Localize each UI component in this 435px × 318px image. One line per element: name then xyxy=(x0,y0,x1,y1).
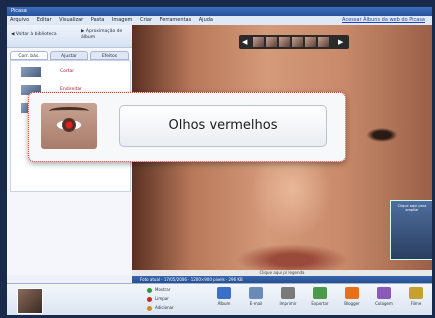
red-pupil-shape xyxy=(62,118,76,132)
red-eye-button[interactable]: Olhos vermelhos xyxy=(119,105,327,147)
blogger-icon xyxy=(345,287,359,299)
album-zoom-button[interactable]: ▶ Aproximação de álbum xyxy=(81,29,127,41)
filmstrip-thumb[interactable] xyxy=(305,37,316,47)
clear-icon xyxy=(147,296,152,302)
menu-imagem[interactable]: Imagem xyxy=(112,17,133,23)
filmstrip-thumb[interactable] xyxy=(292,37,303,47)
filmstrip-thumb[interactable] xyxy=(266,37,277,47)
menu-ajuda[interactable]: Ajuda xyxy=(199,17,213,23)
menu-editar[interactable]: Editar xyxy=(37,17,52,23)
collage-label: Colagem xyxy=(375,301,393,306)
title-bar: Picasa xyxy=(7,7,432,16)
tray-add-button[interactable]: Adicionar xyxy=(147,305,174,311)
blogger-label: Blogger xyxy=(344,301,360,306)
export-button[interactable]: Exportar xyxy=(307,287,333,306)
movie-icon xyxy=(409,287,423,299)
email-button[interactable]: E-mail xyxy=(243,287,269,306)
back-to-library-button[interactable]: ◀ Voltar à biblioteca xyxy=(11,32,57,37)
fix-crop-label: Cortar xyxy=(60,69,75,74)
picture-in-picture[interactable]: Clique aqui para ampliar xyxy=(390,200,432,260)
photo-status-bar: Foto atual · 17/05/2006 · 1200×900 pixel… xyxy=(132,276,432,283)
collage-button[interactable]: Colagem xyxy=(371,287,397,306)
forward-label: Aproximação de álbum xyxy=(81,29,123,40)
next-photo-icon[interactable]: ▶ xyxy=(338,37,343,47)
back-label: Voltar à biblioteca xyxy=(15,32,57,37)
add-icon xyxy=(147,305,152,311)
menu-ferramentas[interactable]: Ferramentas xyxy=(160,17,192,23)
album-icon xyxy=(217,287,231,299)
menu-pasta[interactable]: Pasta xyxy=(91,17,104,23)
movie-button[interactable]: Filme xyxy=(403,287,429,306)
tray-clear-button[interactable]: Limpar xyxy=(147,296,169,302)
crop-icon xyxy=(21,67,41,77)
edit-nav: ◀ Voltar à biblioteca ▶ Aproximação de á… xyxy=(7,25,132,48)
print-button[interactable]: Imprimir xyxy=(275,287,301,306)
tray-add-label: Adicionar xyxy=(155,305,174,310)
movie-label: Filme xyxy=(410,301,422,306)
filmstrip-thumb[interactable] xyxy=(318,37,329,47)
export-label: Exportar xyxy=(311,301,329,306)
print-icon xyxy=(281,287,295,299)
email-icon xyxy=(249,287,263,299)
filmstrip-thumb[interactable] xyxy=(253,37,264,47)
collage-icon xyxy=(377,287,391,299)
tray-thumbnail[interactable] xyxy=(17,288,43,314)
email-label: E-mail xyxy=(249,301,263,306)
album-label: Álbum xyxy=(217,301,231,306)
filmstrip-thumb[interactable] xyxy=(279,37,290,47)
pip-label: Clique aqui para ampliar xyxy=(397,204,427,212)
album-button[interactable]: Álbum xyxy=(211,287,237,306)
tray-clear-label: Limpar xyxy=(155,296,169,301)
picture-tray: Mostrar Limpar Adicionar Álbum E-mail Im… xyxy=(7,283,432,315)
prev-photo-icon[interactable]: ◀ xyxy=(242,37,247,47)
menu-visualizar[interactable]: Visualizar xyxy=(59,17,83,23)
fix-crop-button[interactable]: Cortar xyxy=(15,67,126,79)
tab-basic-fixes[interactable]: Corr. bás. xyxy=(10,51,48,60)
print-label: Imprimir xyxy=(279,301,297,306)
show-icon xyxy=(147,287,152,293)
eyebrow-shape xyxy=(49,107,89,115)
tab-effects[interactable]: Efeitos xyxy=(90,51,129,60)
menu-criar[interactable]: Criar xyxy=(140,17,152,23)
red-eye-icon xyxy=(41,103,97,149)
tab-tuning[interactable]: Ajustar xyxy=(50,51,88,60)
tray-show-label: Mostrar xyxy=(155,287,171,292)
edit-tabs: Corr. bás. Ajustar Efeitos xyxy=(10,51,129,60)
menu-arquivo[interactable]: Arquivo xyxy=(10,17,29,23)
web-albums-link[interactable]: Acessar Álbuns da web do Picasa xyxy=(342,16,425,25)
filmstrip-browser[interactable]: ◀ ▶ xyxy=(239,35,349,49)
red-eye-callout: Olhos vermelhos xyxy=(28,92,346,162)
tray-show-button[interactable]: Mostrar xyxy=(147,287,170,293)
blogger-button[interactable]: Blogger xyxy=(339,287,365,306)
menu-bar: Arquivo Editar Visualizar Pasta Imagem C… xyxy=(7,16,432,25)
export-icon xyxy=(313,287,327,299)
